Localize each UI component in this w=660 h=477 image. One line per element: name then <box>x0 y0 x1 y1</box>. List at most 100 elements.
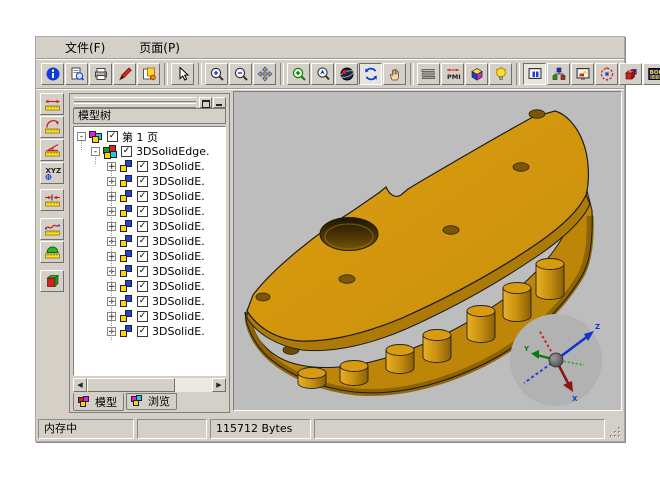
status-cell-4 <box>314 419 605 439</box>
axis-y-label: Y <box>523 345 530 353</box>
select-button[interactable] <box>171 63 194 85</box>
visibility-checkbox[interactable]: ✓ <box>121 146 132 157</box>
panel-tabs: 模型 浏览 <box>73 393 226 413</box>
info-button[interactable] <box>41 63 64 85</box>
tree-item-label: 3DSolidE. <box>152 265 205 278</box>
svg-text:BOM: BOM <box>649 70 660 76</box>
parts-button[interactable] <box>619 63 642 85</box>
measure-radius-button[interactable] <box>40 116 64 138</box>
tree-item-part[interactable]: +✓3DSolidE. <box>77 204 225 219</box>
orientation-gizmo[interactable]: Z X Y <box>510 314 602 406</box>
svg-text:XYZ: XYZ <box>45 167 61 175</box>
tree-item-part[interactable]: +✓3DSolidE. <box>77 189 225 204</box>
view-manager-button[interactable] <box>523 63 546 85</box>
panel-gripper[interactable] <box>73 97 226 107</box>
tree-item-part[interactable]: +✓3DSolidE. <box>77 309 225 324</box>
visibility-checkbox[interactable]: ✓ <box>137 221 148 232</box>
measure-distance-button[interactable] <box>40 189 64 211</box>
explode-button[interactable] <box>595 63 618 85</box>
tree-item-label: 3DSolidE. <box>152 235 205 248</box>
zoom-region-button[interactable] <box>287 63 310 85</box>
snapshot-button[interactable] <box>571 63 594 85</box>
scrollbar-track[interactable] <box>87 378 212 392</box>
assembly-tree-button[interactable] <box>547 63 570 85</box>
visibility-checkbox[interactable]: ✓ <box>137 266 148 277</box>
tree-item-part[interactable]: +✓3DSolidE. <box>77 174 225 189</box>
client-area: XYZ 模型树 - <box>36 89 624 420</box>
visibility-checkbox[interactable]: ✓ <box>137 311 148 322</box>
tree-item-label: 3DSolidE. <box>152 250 205 263</box>
visibility-checkbox[interactable]: ✓ <box>137 326 148 337</box>
scrollbar-thumb[interactable] <box>87 378 175 392</box>
zoom-out-button[interactable] <box>229 63 252 85</box>
visibility-checkbox[interactable]: ✓ <box>137 176 148 187</box>
part-icon <box>119 190 134 204</box>
pan-hand-button[interactable] <box>383 63 406 85</box>
pmi-button[interactable]: PMI <box>441 63 464 85</box>
layers-button[interactable] <box>417 63 440 85</box>
collapse-icon[interactable]: - <box>77 132 86 141</box>
bom-button[interactable]: BOM <box>643 63 660 85</box>
zoom-in-button[interactable] <box>205 63 228 85</box>
tree-horizontal-scrollbar[interactable]: ◀ ▶ <box>73 378 226 392</box>
orbit-button[interactable] <box>335 63 358 85</box>
tree-item-part[interactable]: +✓3DSolidE. <box>77 324 225 339</box>
scroll-right-icon[interactable]: ▶ <box>212 378 226 392</box>
tree-item-part[interactable]: +✓3DSolidE. <box>77 294 225 309</box>
collapse-icon[interactable]: - <box>91 147 100 156</box>
measure-volume-button[interactable] <box>40 270 64 292</box>
menu-file[interactable]: 文件(F) <box>60 38 110 57</box>
export-button[interactable] <box>137 63 160 85</box>
visibility-checkbox[interactable]: ✓ <box>137 281 148 292</box>
tree-item-assembly[interactable]: - ✓ 3DSolidEdge. <box>77 144 225 159</box>
model-tree-panel: 模型树 - ✓ 第 1 页 - ✓ 3DSolidEdge. +✓3DSo <box>69 93 230 413</box>
tree-item-page[interactable]: - ✓ 第 1 页 <box>77 129 225 144</box>
tree-item-part[interactable]: +✓3DSolidE. <box>77 264 225 279</box>
visibility-checkbox[interactable]: ✓ <box>137 206 148 217</box>
tab-label: 模型 <box>95 394 117 410</box>
measure-coordinate-button[interactable]: XYZ <box>40 162 64 184</box>
3d-model-canvas[interactable]: Z X Y <box>234 92 622 410</box>
visibility-checkbox[interactable]: ✓ <box>107 131 118 142</box>
scroll-left-icon[interactable]: ◀ <box>73 378 87 392</box>
tree-item-part[interactable]: +✓3DSolidE. <box>77 219 225 234</box>
tree-item-part[interactable]: +✓3DSolidE. <box>77 234 225 249</box>
pan-arrows-button[interactable] <box>253 63 276 85</box>
expand-icon[interactable]: + <box>107 162 116 171</box>
3d-viewport[interactable]: Z X Y <box>233 91 622 411</box>
light-button[interactable] <box>489 63 512 85</box>
part-icon <box>119 160 134 174</box>
measure-area-button[interactable] <box>40 241 64 263</box>
part-icon <box>119 250 134 264</box>
print-preview-button[interactable] <box>65 63 88 85</box>
visibility-checkbox[interactable]: ✓ <box>137 161 148 172</box>
visibility-checkbox[interactable]: ✓ <box>137 296 148 307</box>
panel-collapse-button[interactable] <box>213 97 226 108</box>
resize-grip[interactable] <box>608 419 622 439</box>
tab-model[interactable]: 模型 <box>73 393 124 411</box>
measure-angle-button[interactable] <box>40 139 64 161</box>
views-cube-button[interactable] <box>465 63 488 85</box>
tree-item-part[interactable]: +✓3DSolidE. <box>77 279 225 294</box>
part-icon <box>119 325 134 339</box>
markup-button[interactable] <box>113 63 136 85</box>
zoom-target-button[interactable] <box>311 63 334 85</box>
tree-item-label: 3DSolidE. <box>152 190 205 203</box>
toolbar-separator <box>198 63 202 85</box>
tab-browse[interactable]: 浏览 <box>126 393 177 410</box>
measure-length-button[interactable] <box>40 93 64 115</box>
panel-maximize-button[interactable] <box>199 97 212 108</box>
tree-item-part[interactable]: +✓3DSolidE. <box>77 249 225 264</box>
menu-page[interactable]: 页面(P) <box>134 38 185 57</box>
measure-curve-button[interactable] <box>40 218 64 240</box>
visibility-checkbox[interactable]: ✓ <box>137 236 148 247</box>
tree-item-label: 3DSolidE. <box>152 160 205 173</box>
visibility-checkbox[interactable]: ✓ <box>137 251 148 262</box>
tree-item-part[interactable]: + ✓ 3DSolidE. <box>77 159 225 174</box>
part-icon <box>119 205 134 219</box>
status-cell-2 <box>137 419 207 439</box>
svg-text:PMI: PMI <box>447 73 461 81</box>
rotate-button[interactable] <box>359 63 382 85</box>
print-button[interactable] <box>89 63 112 85</box>
visibility-checkbox[interactable]: ✓ <box>137 191 148 202</box>
